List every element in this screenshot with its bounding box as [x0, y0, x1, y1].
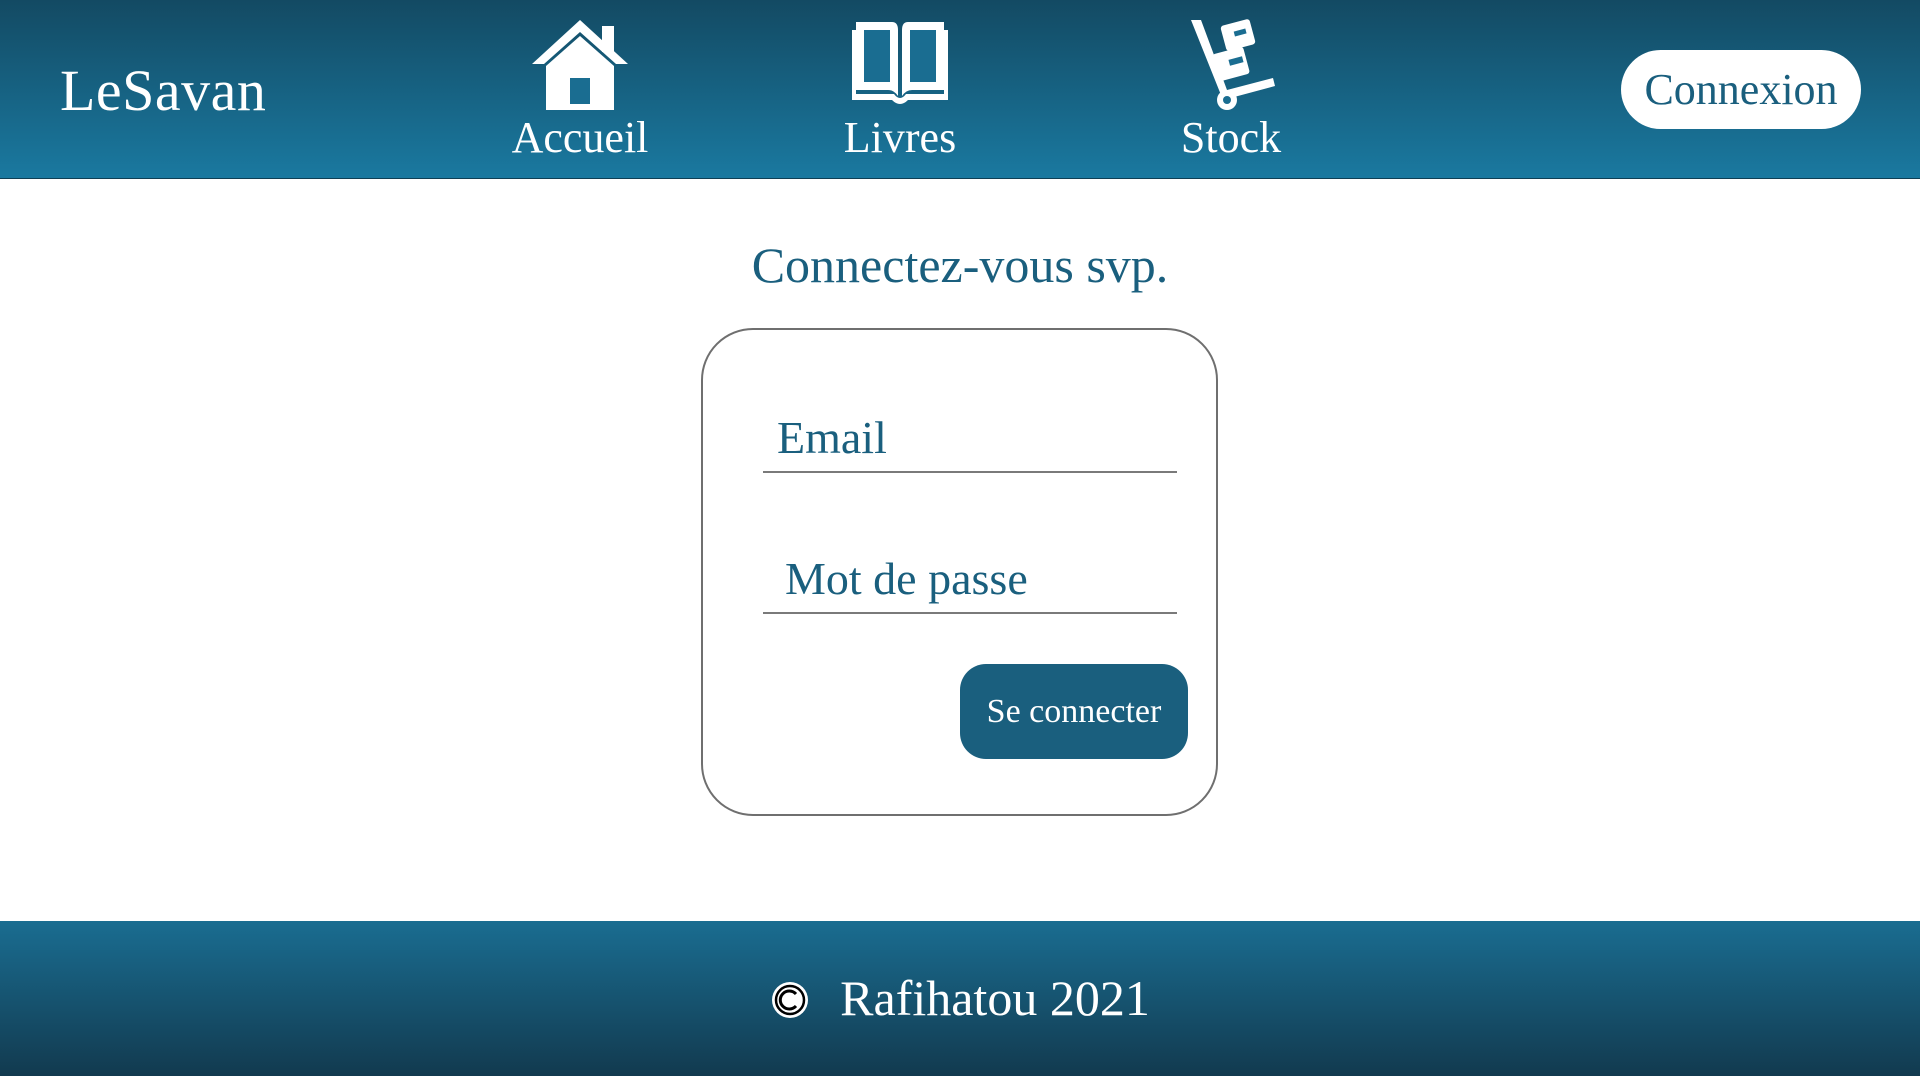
brand-logo[interactable]: LeSavan: [60, 62, 266, 120]
nav-item-stock[interactable]: Stock: [1121, 16, 1341, 160]
page-title: Connectez-vous svp.: [751, 237, 1169, 293]
site-header: LeSavan Accueil Livres Stock Connexion: [0, 0, 1920, 179]
copyright-icon: [772, 981, 809, 1018]
nav-item-accueil[interactable]: Accueil: [470, 16, 690, 160]
footer-content: Rafihatou 2021: [0, 973, 1920, 1023]
connexion-button[interactable]: Connexion: [1621, 50, 1861, 129]
password-field[interactable]: [763, 544, 1177, 614]
email-field[interactable]: [763, 403, 1177, 473]
nav-label-livres: Livres: [843, 113, 957, 162]
nav-label-accueil: Accueil: [511, 113, 649, 162]
book-icon: [852, 22, 948, 104]
nav-label-stock: Stock: [1180, 113, 1282, 162]
home-icon: [532, 20, 628, 110]
nav-item-livres[interactable]: Livres: [790, 16, 1010, 160]
site-footer: Rafihatou 2021: [0, 921, 1920, 1076]
login-submit-button[interactable]: Se connecter: [960, 664, 1188, 759]
footer-copyright-text: Rafihatou 2021: [840, 970, 1150, 1026]
hand-truck-icon: [1191, 19, 1275, 110]
